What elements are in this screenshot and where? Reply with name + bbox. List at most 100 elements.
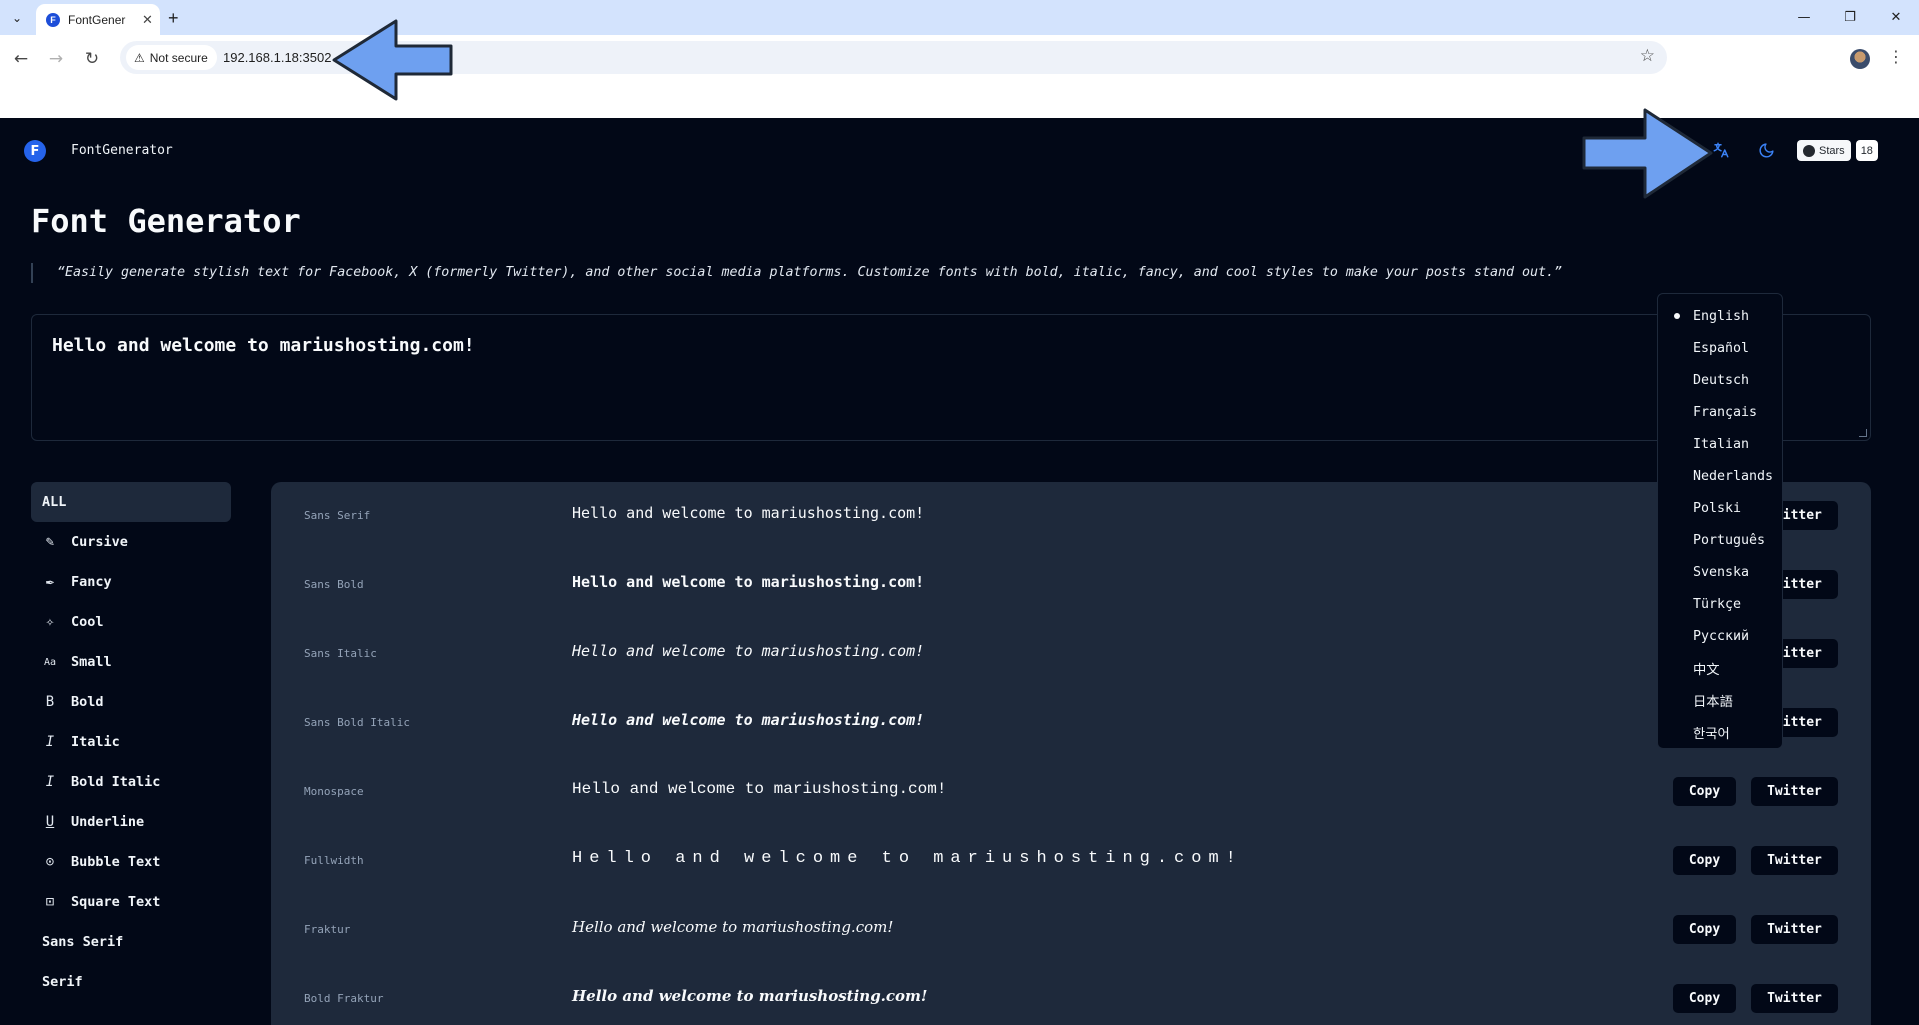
language-option-label: 한국어 — [1693, 726, 1730, 742]
github-stars-button[interactable]: Stars — [1797, 140, 1851, 161]
italic-icon: I — [45, 774, 55, 790]
close-window-icon[interactable]: ✕ — [1873, 0, 1919, 35]
github-icon — [1803, 144, 1815, 157]
language-option-polish[interactable]: Polski — [1658, 492, 1782, 524]
style-sidebar: ALL ✎ Cursive ✒ Fancy ✧ Cool Aa Small B … — [31, 482, 231, 1002]
twitter-button[interactable]: Twitter — [1751, 846, 1838, 875]
language-option-dutch[interactable]: Nederlands — [1658, 460, 1782, 492]
github-stars-widget[interactable]: Stars 18 — [1797, 140, 1878, 161]
sidebar-item-italic[interactable]: I Italic — [31, 722, 231, 762]
browser-tabstrip: ⌄ F FontGener ✕ + — ❐ ✕ — [0, 0, 1919, 35]
moon-icon[interactable] — [1754, 138, 1778, 162]
language-option-italian[interactable]: Italian — [1658, 428, 1782, 460]
app-root: F FontGenerator Stars 18 Font Generator … — [0, 118, 1919, 1025]
result-row: Sans Bold Italic Hello and welcome to ma… — [271, 689, 1871, 758]
language-option-label: Русский — [1693, 628, 1750, 644]
small-caps-icon: Aa — [43, 656, 57, 668]
page-description: “Easily generate stylish text for Facebo… — [31, 263, 1562, 283]
sidebar-item-bold[interactable]: B Bold — [31, 682, 231, 722]
sidebar-item-label: Sans Serif — [42, 934, 124, 950]
tab-search-icon[interactable]: ⌄ — [6, 8, 28, 28]
copy-button[interactable]: Copy — [1673, 846, 1736, 875]
language-option-turkish[interactable]: Türkçe — [1658, 588, 1782, 620]
row-style-label: Sans Bold — [304, 578, 364, 591]
twitter-button[interactable]: Twitter — [1751, 777, 1838, 806]
copy-button[interactable]: Copy — [1673, 777, 1736, 806]
result-row: Sans Bold Hello and welcome to mariushos… — [271, 551, 1871, 620]
row-preview-text: Hello and welcome to mariushosting.com! — [572, 504, 925, 522]
bookmark-star-icon[interactable]: ☆ — [1640, 46, 1655, 66]
window-controls: — ❐ ✕ — [1781, 0, 1919, 35]
browser-tab[interactable]: F FontGener ✕ — [36, 4, 160, 35]
language-option-chinese[interactable]: 中文 — [1658, 652, 1782, 684]
language-option-russian[interactable]: Русский — [1658, 620, 1782, 652]
github-stars-label: Stars — [1819, 144, 1845, 157]
new-tab-icon[interactable]: + — [168, 8, 179, 29]
profile-avatar[interactable] — [1850, 49, 1870, 69]
language-option-english[interactable]: English — [1658, 300, 1782, 332]
row-style-label: Fullwidth — [304, 854, 364, 867]
sidebar-item-all[interactable]: ALL — [31, 482, 231, 522]
sidebar-item-sans-serif[interactable]: Sans Serif — [31, 922, 231, 962]
twitter-button[interactable]: Twitter — [1751, 984, 1838, 1013]
language-option-spanish[interactable]: Español — [1658, 332, 1782, 364]
url-text[interactable]: 192.168.1.18:3502 — [223, 50, 331, 65]
brand-name[interactable]: FontGenerator — [71, 143, 173, 158]
app-logo-icon[interactable]: F — [24, 140, 46, 162]
row-preview-text: Hello and welcome to mariushosting.com! — [572, 987, 928, 1005]
copy-button[interactable]: Copy — [1673, 984, 1736, 1013]
result-row: Fullwidth Hello and welcome to mariushos… — [271, 827, 1871, 896]
language-option-label: Deutsch — [1693, 372, 1750, 388]
sidebar-item-bubble-text[interactable]: ⊙ Bubble Text — [31, 842, 231, 882]
circle-dot-icon: ⊙ — [45, 854, 55, 870]
language-option-label: Español — [1693, 340, 1750, 356]
language-option-label: Français — [1693, 404, 1758, 420]
resize-handle[interactable] — [1859, 429, 1867, 437]
feather-icon: ✒ — [45, 574, 55, 590]
result-row: Fraktur Hello and welcome to mariushosti… — [271, 896, 1871, 965]
sidebar-item-serif[interactable]: Serif — [31, 962, 231, 1002]
sidebar-item-label: Serif — [42, 974, 83, 990]
sidebar-item-label: Fancy — [71, 574, 112, 590]
square-dot-icon: ⊡ — [45, 894, 55, 910]
forward-icon[interactable]: → — [44, 47, 68, 71]
language-option-portuguese[interactable]: Português — [1658, 524, 1782, 556]
annotation-arrow-right — [1582, 108, 1713, 199]
sidebar-item-underline[interactable]: U Underline — [31, 802, 231, 842]
italic-icon: I — [45, 734, 55, 750]
language-option-label: 日本語 — [1693, 694, 1733, 710]
minimize-icon[interactable]: — — [1781, 0, 1827, 35]
sidebar-item-cool[interactable]: ✧ Cool — [31, 602, 231, 642]
sidebar-item-square-text[interactable]: ⊡ Square Text — [31, 882, 231, 922]
row-style-label: Sans Italic — [304, 647, 377, 660]
restore-icon[interactable]: ❐ — [1827, 0, 1873, 35]
github-stars-count[interactable]: 18 — [1855, 140, 1878, 161]
language-option-french[interactable]: Français — [1658, 396, 1782, 428]
twitter-button[interactable]: Twitter — [1751, 915, 1838, 944]
language-option-label: Português — [1693, 532, 1766, 548]
sidebar-item-fancy[interactable]: ✒ Fancy — [31, 562, 231, 602]
text-input[interactable]: Hello and welcome to mariushosting.com! — [31, 314, 1871, 441]
copy-button[interactable]: Copy — [1673, 915, 1736, 944]
language-option-swedish[interactable]: Svenska — [1658, 556, 1782, 588]
sidebar-item-bold-italic[interactable]: I Bold Italic — [31, 762, 231, 802]
sidebar-item-label: Bold — [71, 694, 104, 710]
reload-icon[interactable]: ↻ — [80, 47, 104, 71]
language-option-german[interactable]: Deutsch — [1658, 364, 1782, 396]
selected-dot-icon — [1674, 313, 1680, 319]
sidebar-item-cursive[interactable]: ✎ Cursive — [31, 522, 231, 562]
security-chip[interactable]: ⚠ Not secure — [126, 45, 217, 70]
tab-close-icon[interactable]: ✕ — [142, 12, 153, 28]
result-row: Sans Serif Hello and welcome to mariusho… — [271, 482, 1871, 551]
page-title: Font Generator — [31, 202, 301, 240]
sidebar-item-small[interactable]: Aa Small — [31, 642, 231, 682]
language-option-korean[interactable]: 한국어 — [1658, 716, 1782, 748]
sidebar-item-label: Square Text — [71, 894, 161, 910]
sidebar-item-label: Bold Italic — [71, 774, 161, 790]
favicon-icon: F — [46, 12, 60, 27]
language-menu: English Español Deutsch Français Italian… — [1657, 293, 1783, 749]
browser-menu-icon[interactable]: ⋮ — [1888, 47, 1904, 66]
language-option-japanese[interactable]: 日本語 — [1658, 684, 1782, 716]
back-icon[interactable]: ← — [9, 47, 33, 71]
row-preview-text: Hello and welcome to mariushosting.com! — [572, 573, 925, 591]
